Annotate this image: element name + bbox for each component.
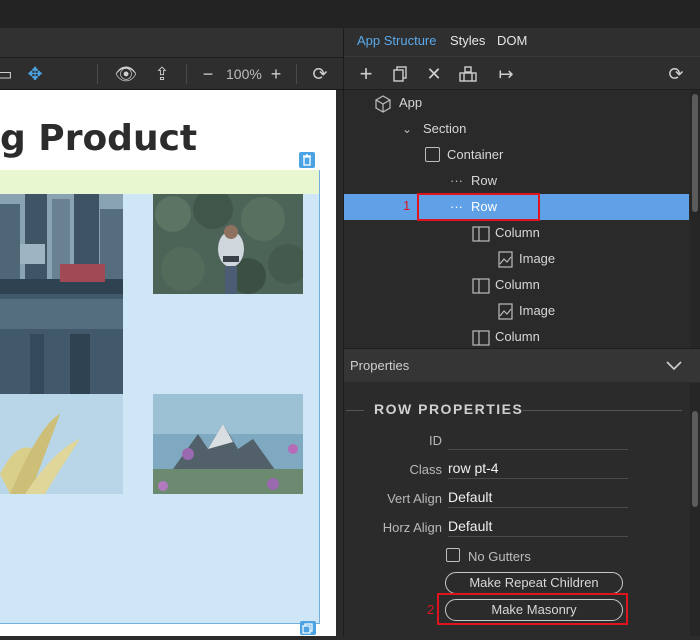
share-icon[interactable]: ⇪ — [150, 58, 174, 90]
foliage-photo[interactable] — [153, 194, 303, 294]
tree-node-image[interactable]: Image — [344, 298, 689, 324]
annotation-marker-2: 2 — [427, 602, 435, 617]
close-icon[interactable]: ✕ — [422, 57, 446, 91]
make-repeat-children-button[interactable]: Make Repeat Children — [445, 572, 623, 594]
class-field[interactable]: row pt-4 — [448, 457, 628, 479]
wrap-icon[interactable] — [456, 57, 480, 94]
no-gutters-checkbox[interactable] — [446, 548, 460, 562]
tree-node-row[interactable]: ··· Row — [344, 168, 689, 194]
refresh-icon[interactable]: ⟳ — [664, 57, 688, 91]
tree-label: Column — [495, 225, 540, 240]
horz-align-label: Horz Align — [382, 520, 442, 535]
vert-align-label: Vert Align — [387, 491, 442, 506]
no-gutters-label: No Gutters — [468, 549, 531, 564]
annotation-marker-1: 1 — [403, 198, 411, 213]
tree-scrollbar[interactable] — [690, 90, 700, 348]
right-panel: App Structure Styles DOM + ✕ ↦ ⟳ App ⌄ S… — [343, 28, 700, 636]
annotation-highlight-masonry — [437, 593, 628, 625]
top-bar — [0, 0, 700, 28]
device-icon[interactable]: ▭ — [0, 58, 16, 90]
canvas-subbar — [0, 28, 343, 58]
divider — [346, 410, 364, 411]
horz-align-select[interactable]: Default — [448, 515, 628, 537]
toolbar-divider — [296, 64, 297, 84]
grass-photo[interactable] — [0, 394, 123, 494]
toolbar-divider — [97, 64, 98, 84]
chevron-down-icon[interactable] — [666, 361, 682, 371]
mountain-photo[interactable] — [153, 394, 303, 494]
eye-icon[interactable]: 👁 — [114, 58, 138, 90]
tree-label: Image — [519, 303, 556, 318]
tree-label: App — [399, 95, 423, 110]
divider — [522, 410, 682, 411]
move-icon[interactable]: ✥ — [23, 58, 47, 90]
annotation-highlight-row — [417, 193, 540, 221]
tree-label: Row — [471, 173, 498, 188]
zoom-in-icon[interactable]: + — [264, 58, 288, 90]
properties-header[interactable]: Properties — [344, 348, 700, 382]
zoom-level: 100% — [226, 66, 262, 82]
tree-label: Image — [519, 251, 556, 266]
structure-toolbar: + ✕ ↦ ⟳ — [344, 56, 700, 90]
dots-icon: ··· — [450, 173, 463, 188]
tree-node-image[interactable]: Image — [344, 246, 689, 272]
tree-node-column[interactable]: Column — [344, 220, 689, 246]
properties-scrollbar[interactable] — [690, 383, 700, 636]
add-icon[interactable]: + — [354, 57, 378, 91]
tree-node-section[interactable]: ⌄ Section — [344, 116, 689, 142]
tree-label: Container — [447, 147, 504, 162]
scrollbar-thumb[interactable] — [692, 94, 698, 212]
row-padding-indicator — [0, 170, 319, 194]
class-label: Class — [409, 462, 442, 477]
tree-label: Column — [495, 277, 540, 292]
tree-label: Section — [423, 121, 467, 136]
tree-node-column[interactable]: Column — [344, 324, 689, 348]
tree-label: Column — [495, 329, 540, 344]
duplicate-icon[interactable] — [300, 621, 316, 635]
canvas-tools: ▭ ✥ 👁 ⇪ − + ⟳ — [0, 58, 343, 90]
chevrons-icon: ⌄ — [402, 122, 413, 136]
row-properties-panel: ROW PROPERTIES ID Class row pt-4 Vert Al… — [344, 383, 689, 636]
id-field[interactable] — [448, 428, 628, 450]
copy-icon[interactable] — [388, 57, 412, 94]
row-properties-title: ROW PROPERTIES — [374, 401, 524, 417]
tree-node-app[interactable]: App — [344, 90, 689, 116]
tab-app-structure[interactable]: App Structure — [357, 28, 437, 54]
tree-node-column[interactable]: Column — [344, 272, 689, 298]
unwrap-icon[interactable]: ↦ — [494, 57, 518, 91]
column-icon — [472, 272, 490, 298]
canvas-toolbar: ▭ ✥ 👁 ⇪ − + ⟳ 100% — [0, 28, 343, 90]
page-heading[interactable]: g Product — [0, 118, 197, 159]
tab-styles[interactable]: Styles — [450, 28, 485, 54]
properties-title: Properties — [350, 358, 410, 373]
zoom-out-icon[interactable]: − — [196, 58, 220, 90]
column-icon — [472, 324, 490, 348]
city-photo[interactable] — [0, 194, 123, 394]
image-icon — [498, 246, 513, 272]
vert-align-select[interactable]: Default — [448, 486, 628, 508]
square-icon — [425, 147, 440, 162]
refresh-icon[interactable]: ⟳ — [308, 58, 332, 90]
delete-icon[interactable] — [299, 152, 315, 168]
panel-tabs: App Structure Styles DOM — [344, 28, 700, 56]
cube-icon — [374, 90, 392, 116]
id-label: ID — [429, 433, 442, 448]
image-icon — [498, 298, 513, 324]
toolbar-divider — [186, 64, 187, 84]
tree-node-container[interactable]: Container — [344, 142, 689, 168]
scrollbar-thumb[interactable] — [692, 411, 698, 507]
column-icon — [472, 220, 490, 246]
tab-dom[interactable]: DOM — [497, 28, 527, 54]
